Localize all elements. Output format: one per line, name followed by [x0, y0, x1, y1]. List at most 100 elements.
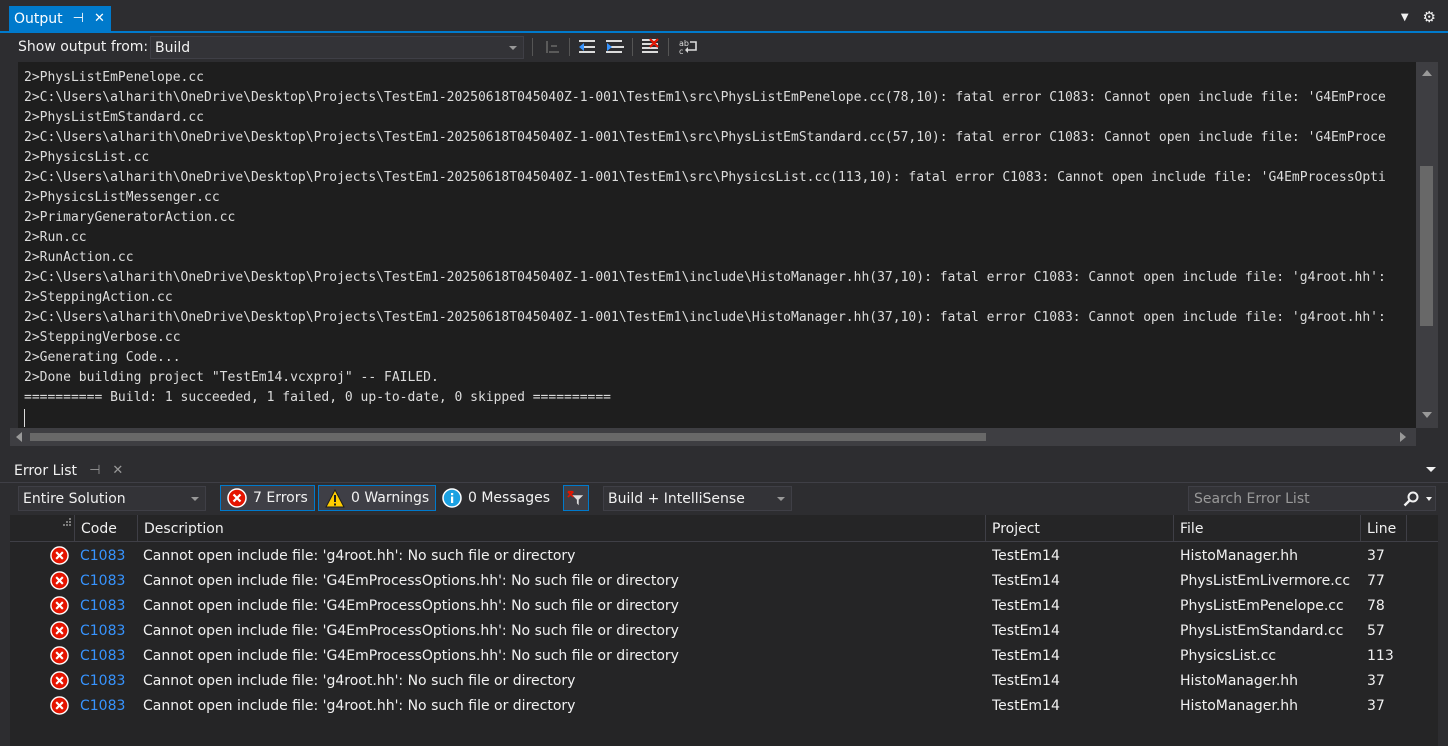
column-header-line[interactable]: Line: [1360, 515, 1406, 542]
error-description: Cannot open include file: 'g4root.hh': N…: [143, 697, 576, 714]
error-project: TestEm14: [992, 597, 1060, 614]
close-icon[interactable]: ✕: [94, 11, 105, 26]
toolbar-separator: [532, 38, 533, 56]
column-header-description[interactable]: Description: [137, 515, 985, 542]
toolbar-separator: [668, 38, 669, 56]
warnings-filter-button[interactable]: 0 Warnings: [318, 485, 437, 511]
error-table: Code Description Project File Line C1083…: [10, 515, 1438, 746]
scroll-thumb[interactable]: [30, 433, 986, 441]
console-line: 2>PhysicsListMessenger.cc: [24, 190, 220, 205]
chevron-down-icon[interactable]: [1426, 497, 1432, 501]
error-code-link[interactable]: C1083: [80, 543, 125, 568]
error-list-panel: Error List ⊣ ✕ Entire Solution 7 Errors …: [0, 455, 1448, 746]
scroll-down-icon[interactable]: [1422, 412, 1432, 418]
error-list-tab-title: Error List: [14, 462, 78, 479]
clear-all-icon: [642, 38, 659, 53]
window-menu-icon[interactable]: ▼: [1401, 12, 1409, 23]
error-project: TestEm14: [992, 672, 1060, 689]
error-description: Cannot open include file: 'G4EmProcessOp…: [143, 622, 679, 639]
console-line: 2>C:\Users\alharith\OneDrive\Desktop\Pro…: [24, 90, 1386, 105]
table-row[interactable]: C1083 Cannot open include file: 'G4EmPro…: [10, 618, 1438, 643]
error-code-link[interactable]: C1083: [80, 668, 125, 693]
clear-all-button[interactable]: [640, 37, 662, 57]
search-input[interactable]: Search Error List: [1188, 486, 1436, 511]
column-header-file[interactable]: File: [1173, 515, 1360, 542]
error-list-tabbar: Error List ⊣ ✕: [0, 455, 1448, 483]
messages-filter-button[interactable]: 0 Messages: [436, 485, 556, 511]
error-line: 37: [1367, 697, 1385, 714]
error-line: 113: [1367, 647, 1394, 664]
table-row[interactable]: C1083 Cannot open include file: 'g4root.…: [10, 693, 1438, 718]
go-to-previous-message-button[interactable]: [577, 37, 599, 57]
output-horizontal-scrollbar[interactable]: [10, 428, 1416, 446]
column-header-code[interactable]: Code: [74, 515, 137, 542]
error-project: TestEm14: [992, 697, 1060, 714]
pin-icon[interactable]: ⊣: [89, 463, 100, 478]
error-line: 78: [1367, 597, 1385, 614]
error-file: HistoManager.hh: [1180, 697, 1299, 714]
column-header-code-label: Code: [81, 520, 117, 537]
error-icon: [50, 646, 69, 665]
scope-dropdown[interactable]: Entire Solution: [18, 486, 206, 511]
toggle-word-wrap-button[interactable]: ab c: [677, 37, 699, 57]
table-row[interactable]: C1083 Cannot open include file: 'g4root.…: [10, 543, 1438, 568]
error-file: HistoManager.hh: [1180, 547, 1299, 564]
console-line: 2>C:\Users\alharith\OneDrive\Desktop\Pro…: [24, 270, 1386, 285]
scroll-thumb[interactable]: [1420, 166, 1433, 326]
toggle-word-wrap-icon: ab c: [679, 39, 697, 56]
error-code-link[interactable]: C1083: [80, 568, 125, 593]
scroll-right-icon[interactable]: [1400, 432, 1406, 442]
tab-error-list[interactable]: Error List ⊣ ✕: [9, 459, 128, 482]
column-header-description-label: Description: [144, 520, 224, 537]
table-row[interactable]: C1083 Cannot open include file: 'G4EmPro…: [10, 643, 1438, 668]
errors-count-label: 7 Errors: [253, 490, 308, 506]
error-project: TestEm14: [992, 547, 1060, 564]
find-in-output-icon: [546, 41, 559, 53]
scrollbar-corner: [1416, 428, 1438, 446]
table-row[interactable]: C1083 Cannot open include file: 'g4root.…: [10, 668, 1438, 693]
error-icon: [50, 571, 69, 590]
error-code-link[interactable]: C1083: [80, 593, 125, 618]
settings-icon[interactable]: ⚙: [1423, 8, 1436, 26]
table-row[interactable]: C1083 Cannot open include file: 'G4EmPro…: [10, 568, 1438, 593]
output-console[interactable]: 2>PhysListEmPenelope.cc 2>C:\Users\alhar…: [18, 62, 1416, 428]
error-icon: [50, 621, 69, 640]
error-code-link[interactable]: C1083: [80, 643, 125, 668]
column-header-severity[interactable]: [42, 515, 74, 542]
errors-filter-button[interactable]: 7 Errors: [220, 485, 315, 511]
source-filter-dropdown[interactable]: Build + IntelliSense: [603, 486, 792, 511]
output-source-value: Build: [155, 39, 191, 56]
tab-output[interactable]: Output ⊣ ✕: [9, 6, 111, 31]
go-to-next-message-button[interactable]: [604, 37, 626, 57]
search-icon[interactable]: [1403, 491, 1419, 507]
scroll-up-icon[interactable]: [1422, 70, 1432, 76]
output-source-dropdown[interactable]: Build: [150, 36, 524, 59]
find-in-output-button[interactable]: [541, 37, 563, 57]
chevron-down-icon: [509, 45, 517, 50]
console-line: 2>Generating Code...: [24, 350, 181, 365]
console-line: ========== Build: 1 succeeded, 1 failed,…: [24, 390, 611, 405]
scroll-left-icon[interactable]: [16, 432, 22, 442]
console-line: 2>C:\Users\alharith\OneDrive\Desktop\Pro…: [24, 130, 1386, 145]
source-filter-value: Build + IntelliSense: [608, 490, 745, 507]
error-file: PhysicsList.cc: [1180, 647, 1277, 664]
error-icon: [227, 488, 247, 508]
error-icon: [50, 671, 69, 690]
warnings-count-label: 0 Warnings: [351, 490, 430, 506]
window-menu-icon[interactable]: [1426, 467, 1436, 472]
error-file: HistoManager.hh: [1180, 672, 1299, 689]
output-vertical-scrollbar[interactable]: [1416, 62, 1438, 428]
text-caret: [24, 409, 25, 427]
pin-icon[interactable]: ⊣: [73, 11, 84, 26]
column-header-project[interactable]: Project: [985, 515, 1173, 542]
error-code-link[interactable]: C1083: [80, 618, 125, 643]
error-description: Cannot open include file: 'G4EmProcessOp…: [143, 572, 679, 589]
error-description: Cannot open include file: 'g4root.hh': N…: [143, 672, 576, 689]
table-row[interactable]: C1083 Cannot open include file: 'G4EmPro…: [10, 593, 1438, 618]
filter-icon: [567, 490, 584, 506]
error-file: PhysListEmLivermore.cc: [1180, 572, 1351, 589]
close-icon[interactable]: ✕: [112, 463, 123, 478]
column-header-spacer: [1406, 515, 1438, 542]
filter-toggle-button[interactable]: [563, 485, 589, 511]
error-code-link[interactable]: C1083: [80, 693, 125, 718]
